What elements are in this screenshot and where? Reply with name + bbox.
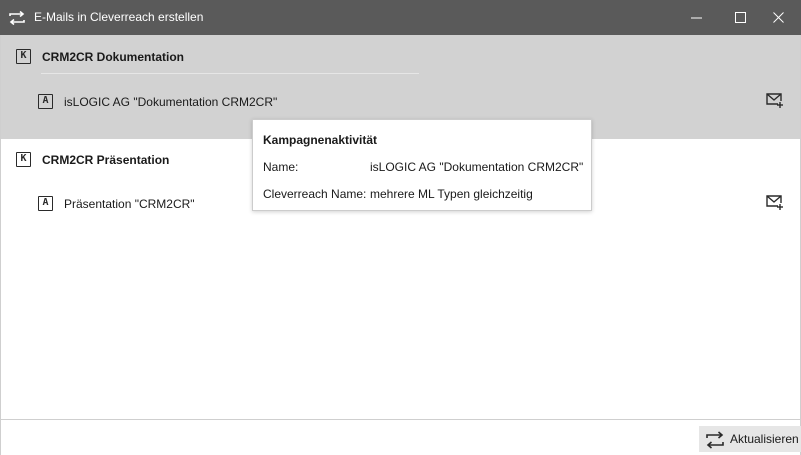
maximize-icon bbox=[735, 12, 746, 23]
activity-label[interactable]: Präsentation "CRM2CR" bbox=[64, 197, 195, 211]
campaign-title: CRM2CR Dokumentation bbox=[42, 50, 185, 64]
activity-badge: A bbox=[38, 94, 53, 109]
close-icon bbox=[773, 12, 784, 23]
minimize-icon bbox=[691, 17, 702, 19]
tooltip-heading: Kampagnenaktivität bbox=[263, 133, 378, 147]
window-title: E-Mails in Cleverreach erstellen bbox=[34, 10, 204, 24]
swap-arrows-icon bbox=[9, 10, 25, 26]
mail-add-icon[interactable] bbox=[766, 93, 784, 109]
activity-label[interactable]: isLOGIC AG "Dokumentation CRM2CR" bbox=[64, 95, 277, 109]
campaign-title: CRM2CR Präsentation bbox=[42, 153, 170, 167]
close-button[interactable] bbox=[757, 0, 801, 35]
campaign-badge: K bbox=[16, 49, 31, 64]
title-bar: E-Mails in Cleverreach erstellen bbox=[0, 0, 801, 35]
activity-tooltip: Kampagnenaktivität Name: isLOGIC AG "Dok… bbox=[252, 119, 592, 211]
tooltip-name-value: isLOGIC AG "Dokumentation CRM2CR" bbox=[370, 160, 584, 174]
refresh-button[interactable]: Aktualisieren bbox=[699, 426, 801, 452]
footer-bar: Aktualisieren bbox=[0, 419, 801, 455]
activity-badge: A bbox=[38, 196, 53, 211]
tooltip-cleverreach-label: Cleverreach Name: bbox=[263, 187, 367, 201]
tooltip-name-label: Name: bbox=[263, 160, 299, 174]
minimize-button[interactable] bbox=[675, 0, 719, 35]
divider bbox=[41, 73, 419, 74]
campaign-badge: K bbox=[16, 152, 31, 167]
refresh-button-label: Aktualisieren bbox=[730, 432, 799, 446]
mail-add-icon[interactable] bbox=[766, 195, 784, 211]
refresh-swap-icon bbox=[706, 431, 724, 449]
campaign-list: K CRM2CR Dokumentation A isLOGIC AG "Dok… bbox=[0, 35, 801, 419]
tooltip-cleverreach-value: mehrere ML Typen gleichzeitig bbox=[370, 187, 533, 201]
